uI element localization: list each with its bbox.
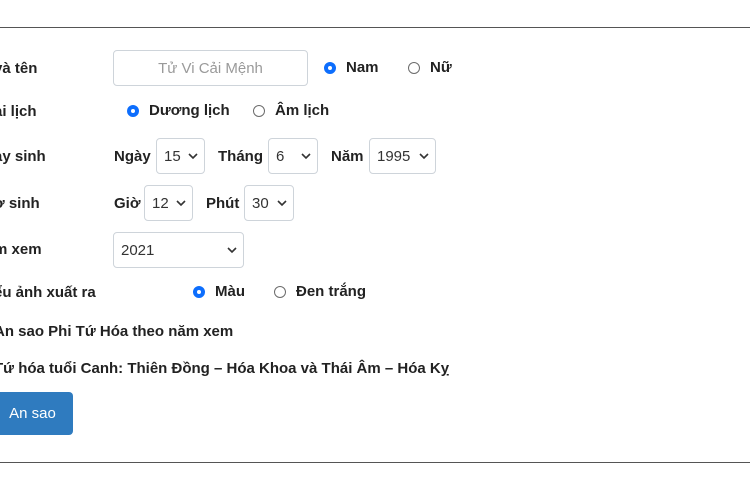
day-select[interactable]: 15 bbox=[156, 138, 205, 174]
calendar-label: ại lịch bbox=[0, 103, 37, 120]
output-bw-label: Đen trắng bbox=[296, 283, 367, 300]
gender-male-label: Nam bbox=[346, 59, 379, 76]
radio-checked-icon bbox=[193, 285, 205, 298]
radio-checked-icon bbox=[324, 61, 336, 74]
month-label: Tháng bbox=[218, 148, 263, 165]
radio-unchecked-icon bbox=[274, 285, 286, 298]
day-value: 15 bbox=[164, 147, 181, 165]
radio-checked-icon bbox=[127, 104, 139, 117]
chevron-down-icon bbox=[277, 200, 287, 207]
calendar-solar-label: Dương lịch bbox=[149, 102, 230, 119]
calendar-lunar-radio[interactable]: Âm lịch bbox=[253, 102, 329, 119]
calendar-lunar-label: Âm lịch bbox=[275, 102, 330, 119]
minute-label: Phút bbox=[206, 195, 240, 212]
month-value: 6 bbox=[276, 147, 285, 165]
day-label: Ngày bbox=[114, 148, 151, 165]
chevron-down-icon bbox=[227, 247, 237, 254]
year-select[interactable]: 1995 bbox=[369, 138, 436, 174]
chevron-down-icon bbox=[419, 153, 429, 160]
minute-select[interactable]: 30 bbox=[244, 185, 294, 221]
phi-tu-hoa-note: An sao Phi Tứ Hóa theo năm xem bbox=[0, 323, 234, 340]
top-divider bbox=[0, 27, 750, 28]
view-year-select[interactable]: 2021 bbox=[113, 232, 244, 268]
view-year-label: m xem bbox=[0, 241, 42, 258]
year-label: Năm bbox=[331, 148, 364, 165]
bottom-divider bbox=[0, 462, 750, 463]
hour-label: Giờ bbox=[114, 195, 141, 212]
an-sao-button[interactable]: An sao bbox=[0, 392, 73, 435]
output-color-radio[interactable]: Màu bbox=[193, 283, 245, 300]
name-label: và tên bbox=[0, 60, 38, 77]
year-value: 1995 bbox=[377, 147, 411, 165]
radio-unchecked-icon bbox=[253, 104, 265, 117]
birthdate-label: ày sinh bbox=[0, 148, 46, 165]
birthtime-label: ờ sinh bbox=[0, 195, 40, 212]
gender-female-label: Nữ bbox=[430, 59, 452, 76]
output-bw-radio[interactable]: Đen trắng bbox=[274, 283, 366, 300]
gender-male-radio[interactable]: Nam bbox=[324, 59, 379, 76]
calendar-solar-radio[interactable]: Dương lịch bbox=[127, 102, 230, 119]
tu-hoa-note: Tứ hóa tuổi Canh: Thiên Đồng – Hóa Khoa … bbox=[0, 360, 450, 377]
chevron-down-icon bbox=[176, 200, 186, 207]
name-input[interactable] bbox=[113, 50, 308, 86]
output-style-label: ểu ảnh xuất ra bbox=[0, 284, 96, 301]
chevron-down-icon bbox=[301, 153, 311, 160]
radio-unchecked-icon bbox=[408, 61, 420, 74]
chevron-down-icon bbox=[188, 153, 198, 160]
output-color-label: Màu bbox=[215, 283, 245, 300]
minute-value: 30 bbox=[252, 194, 269, 212]
hour-value: 12 bbox=[152, 194, 169, 212]
view-year-value: 2021 bbox=[121, 241, 155, 259]
month-select[interactable]: 6 bbox=[268, 138, 318, 174]
gender-female-radio[interactable]: Nữ bbox=[408, 59, 452, 76]
hour-select[interactable]: 12 bbox=[144, 185, 193, 221]
